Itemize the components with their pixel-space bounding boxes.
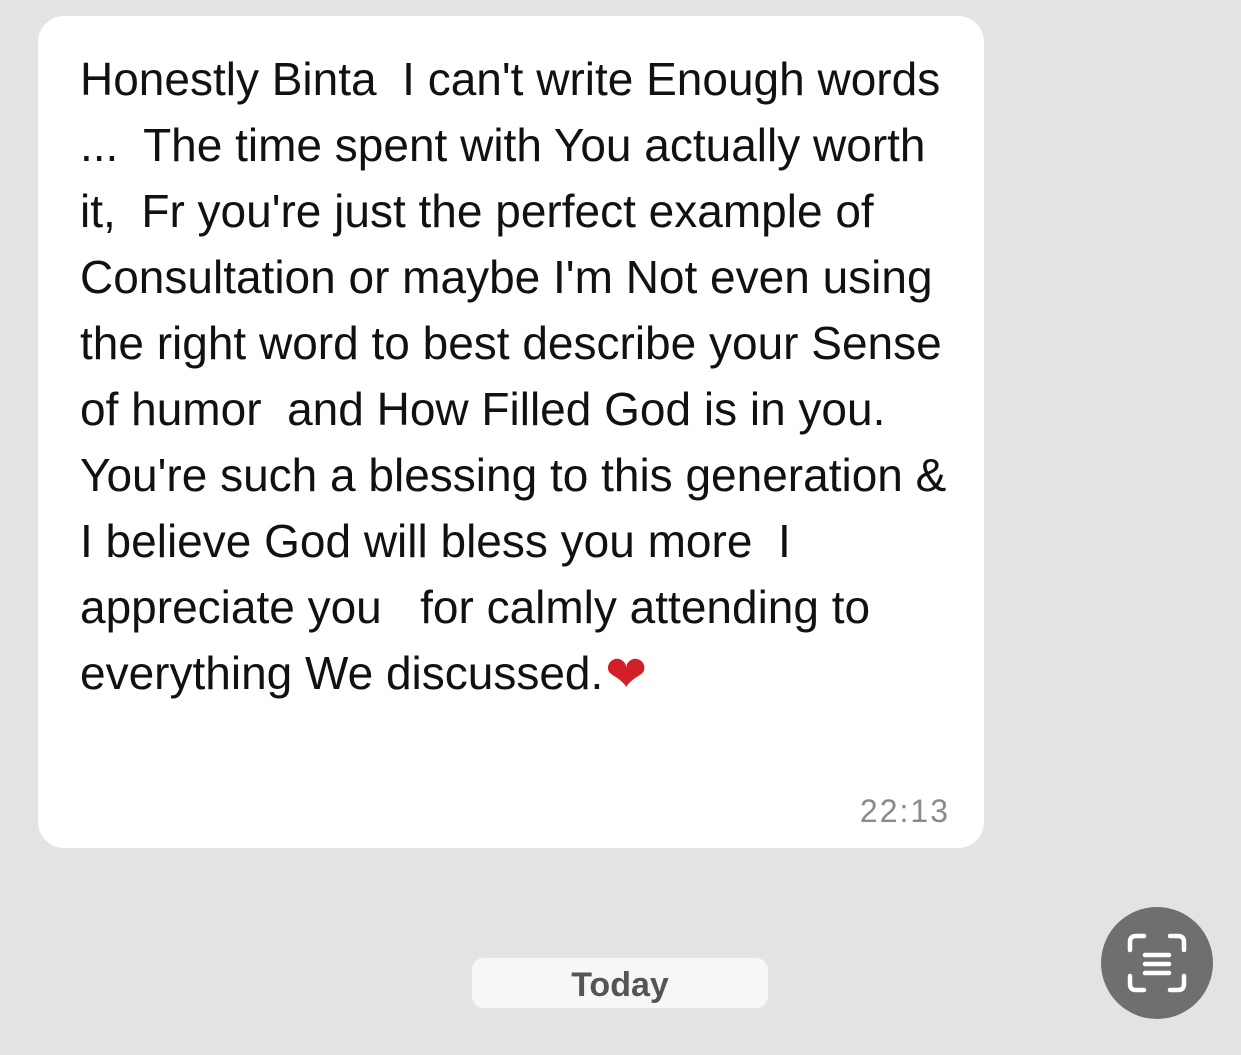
incoming-message-bubble[interactable]: Honestly Binta I can't write Enough word… — [38, 16, 984, 848]
date-divider: Today — [472, 958, 768, 1008]
scan-text-icon — [1127, 933, 1187, 993]
message-text: Honestly Binta I can't write Enough word… — [80, 46, 960, 707]
red-heart-emoji: ❤ — [605, 645, 648, 703]
message-timestamp: 22:13 — [859, 793, 950, 829]
message-body: Honestly Binta I can't write Enough word… — [80, 53, 960, 699]
chat-area: Honestly Binta I can't write Enough word… — [0, 0, 1241, 1055]
scan-text-button[interactable] — [1101, 907, 1213, 1019]
